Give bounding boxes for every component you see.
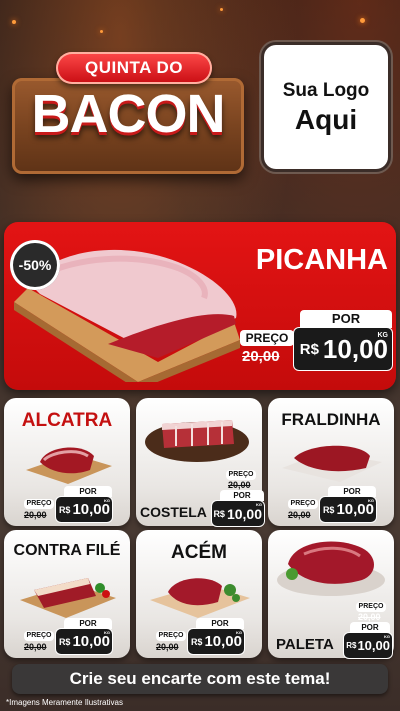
por-label: POR [64, 486, 112, 497]
logo-placeholder[interactable]: Sua Logo Aqui [264, 45, 388, 169]
por-label: POR [64, 618, 112, 629]
disclaimer-text: *Imagens Meramente Ilustrativas [6, 698, 123, 707]
ember-decoration [360, 18, 365, 23]
create-flyer-button[interactable]: Crie seu encarte com este tema! [12, 664, 388, 694]
alcatra-image [26, 447, 112, 484]
old-price: 20,00 [288, 510, 311, 520]
banner-title: QUINTA DO [56, 52, 212, 84]
ember-decoration [12, 20, 16, 24]
new-price: 10,00 [226, 505, 262, 522]
unit: KG [377, 332, 389, 339]
unit: KG [256, 502, 262, 507]
ember-decoration [220, 8, 223, 11]
costela-image [145, 420, 249, 462]
product-title: COSTELA [140, 504, 207, 520]
old-price: 20,00 [24, 510, 47, 520]
por-label: POR [350, 622, 390, 633]
unit: KG [104, 498, 110, 503]
price-tag: PREÇO 20,00 POR R$ 10,00 KG [212, 470, 264, 526]
price-tag: PREÇO 20,00 POR R$ 10,00 KG [24, 486, 112, 524]
new-price: 10,00 [357, 638, 390, 653]
paleta-image [277, 541, 385, 596]
price-label: PREÇO [356, 602, 386, 612]
new-price: 10,00 [336, 501, 374, 518]
new-price-box: R$ 10,00 KG [320, 497, 376, 522]
discount-badge: -50% [10, 240, 60, 290]
product-title: CONTRA FILÉ [13, 542, 121, 559]
old-price: 20,00 [242, 348, 280, 365]
new-price: 10,00 [204, 633, 242, 650]
new-price-box: R$ 10,00 KG [294, 328, 392, 370]
price-tag: PREÇO 20,00 POR R$ 10,00 KG [24, 618, 112, 656]
price-tag: PREÇO 20,00 POR R$ 10,00 KG [156, 618, 244, 656]
new-price-box: R$ 10,00 KG [56, 497, 112, 522]
unit: KG [368, 498, 374, 503]
unit: KG [236, 630, 242, 635]
brand-title: BACON [31, 84, 226, 144]
ember-decoration [100, 30, 103, 33]
old-price: 20,00 [358, 612, 381, 622]
por-label: POR [300, 310, 392, 328]
por-label: POR [196, 618, 244, 629]
unit: KG [384, 634, 390, 639]
new-price-box: R$ 10,00 KG [56, 629, 112, 654]
old-price: 20,00 [156, 642, 179, 652]
currency: R$ [190, 636, 203, 647]
unit: KG [104, 630, 110, 635]
por-label: POR [328, 486, 376, 497]
product-title: FRALDINHA [281, 410, 381, 429]
currency: R$ [322, 504, 335, 515]
contra-file-image [20, 578, 116, 618]
price-tag: PREÇO 20,00 POR R$ 10,00 KG [344, 602, 392, 658]
featured-price-tag: PREÇO 20,00 POR R$ 10,00 KG [240, 310, 392, 376]
product-title: PALETA [276, 636, 334, 653]
price-label: PREÇO [24, 499, 54, 509]
acem-image [150, 578, 250, 618]
currency: R$ [213, 508, 225, 519]
new-price-box: R$ 10,00 KG [212, 501, 264, 526]
currency: R$ [346, 641, 357, 650]
currency: R$ [58, 504, 71, 515]
price-label: PREÇO [240, 330, 294, 346]
new-price: 10,00 [72, 633, 110, 650]
old-price: 20,00 [228, 480, 251, 490]
product-title: ALCATRA [21, 410, 113, 431]
featured-product-title: PICANHA [255, 244, 388, 276]
price-label: PREÇO [226, 470, 256, 480]
price-label: PREÇO [24, 631, 54, 641]
price-tag: PREÇO 20,00 POR R$ 10,00 KG [288, 486, 376, 524]
old-price: 20,00 [24, 642, 47, 652]
logo-line-1: Sua Logo [282, 79, 370, 101]
fraldinha-image [282, 445, 382, 482]
currency: R$ [299, 340, 319, 358]
price-label: PREÇO [156, 631, 186, 641]
new-price-box: R$ 10,00 KG [344, 633, 392, 658]
por-label: POR [220, 490, 264, 501]
logo-line-2: Aqui [294, 103, 358, 135]
new-price-box: R$ 10,00 KG [188, 629, 244, 654]
new-price: 10,00 [72, 501, 110, 518]
currency: R$ [58, 636, 71, 647]
price-label: PREÇO [288, 499, 318, 509]
product-title: ACÉM [171, 542, 227, 563]
